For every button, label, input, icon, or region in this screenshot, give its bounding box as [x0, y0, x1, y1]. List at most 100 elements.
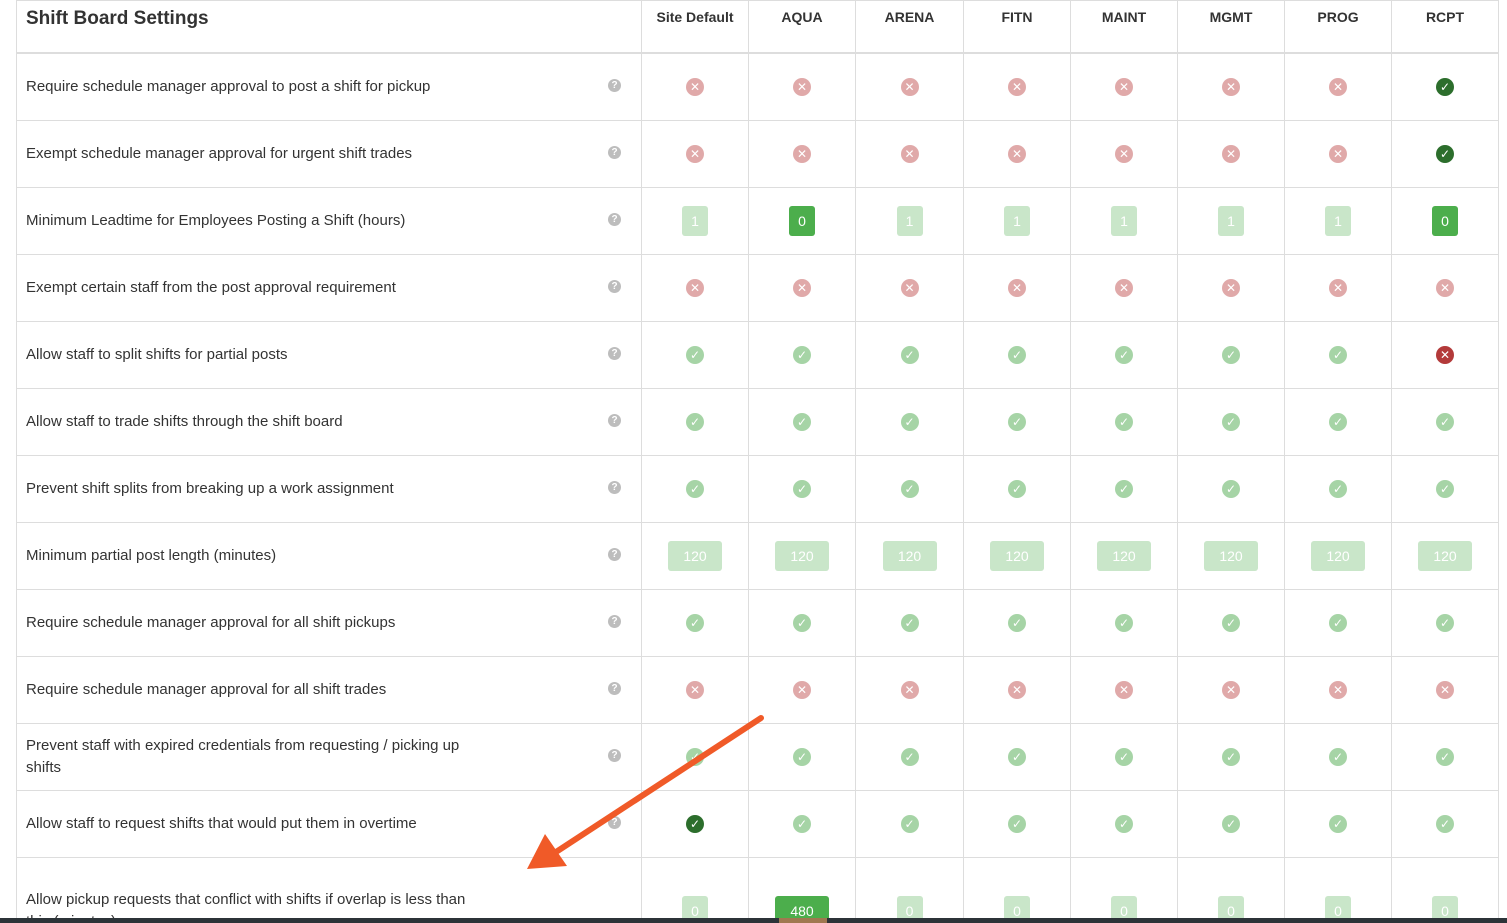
disabled-x-icon[interactable]: ✕: [1008, 144, 1026, 163]
value-badge[interactable]: 1: [1111, 206, 1137, 236]
disabled-check-icon[interactable]: ✓: [686, 479, 704, 498]
disabled-x-icon[interactable]: ✕: [1115, 278, 1133, 297]
disabled-x-icon[interactable]: ✕: [1008, 680, 1026, 699]
help-icon[interactable]: ?: [608, 79, 621, 92]
disabled-x-icon[interactable]: ✕: [900, 278, 919, 297]
help-icon[interactable]: ?: [608, 347, 621, 360]
disabled-check-icon[interactable]: ✓: [686, 412, 704, 431]
disabled-check-icon[interactable]: ✓: [900, 412, 919, 431]
disabled-x-icon[interactable]: ✕: [793, 680, 811, 699]
disabled-x-icon[interactable]: ✕: [1222, 680, 1240, 699]
help-icon[interactable]: ?: [608, 548, 621, 561]
disabled-check-icon[interactable]: ✓: [793, 613, 811, 632]
disabled-x-icon[interactable]: ✕: [1329, 278, 1347, 297]
value-badge[interactable]: 120: [990, 541, 1044, 571]
disabled-check-icon[interactable]: ✓: [686, 747, 704, 766]
help-icon[interactable]: ?: [608, 481, 621, 494]
enabled-x-icon[interactable]: ✕: [1436, 345, 1454, 364]
disabled-check-icon[interactable]: ✓: [900, 814, 919, 833]
disabled-check-icon[interactable]: ✓: [1329, 412, 1347, 431]
disabled-check-icon[interactable]: ✓: [1222, 345, 1240, 364]
disabled-check-icon[interactable]: ✓: [1115, 412, 1133, 431]
disabled-x-icon[interactable]: ✕: [1329, 144, 1347, 163]
disabled-check-icon[interactable]: ✓: [793, 747, 811, 766]
disabled-check-icon[interactable]: ✓: [1436, 814, 1454, 833]
value-badge[interactable]: 1: [896, 206, 923, 236]
disabled-x-icon[interactable]: ✕: [1222, 144, 1240, 163]
disabled-check-icon[interactable]: ✓: [793, 412, 811, 431]
value-badge-active[interactable]: 0: [789, 206, 815, 236]
enabled-check-icon[interactable]: ✓: [686, 814, 704, 833]
disabled-check-icon[interactable]: ✓: [900, 747, 919, 766]
disabled-check-icon[interactable]: ✓: [1436, 613, 1454, 632]
value-badge[interactable]: 120: [1311, 541, 1365, 571]
value-badge-active[interactable]: 0: [1432, 206, 1458, 236]
disabled-check-icon[interactable]: ✓: [793, 479, 811, 498]
disabled-x-icon[interactable]: ✕: [1115, 77, 1133, 96]
disabled-check-icon[interactable]: ✓: [1222, 747, 1240, 766]
disabled-check-icon[interactable]: ✓: [900, 479, 919, 498]
disabled-x-icon[interactable]: ✕: [686, 680, 704, 699]
disabled-x-icon[interactable]: ✕: [686, 77, 704, 96]
value-badge[interactable]: 120: [882, 541, 937, 571]
disabled-x-icon[interactable]: ✕: [1329, 680, 1347, 699]
disabled-check-icon[interactable]: ✓: [686, 613, 704, 632]
disabled-x-icon[interactable]: ✕: [1115, 144, 1133, 163]
disabled-check-icon[interactable]: ✓: [1115, 479, 1133, 498]
help-icon[interactable]: ?: [608, 816, 621, 829]
help-icon[interactable]: ?: [608, 615, 621, 628]
value-badge[interactable]: 1: [1218, 206, 1244, 236]
disabled-x-icon[interactable]: ✕: [793, 144, 811, 163]
disabled-check-icon[interactable]: ✓: [900, 345, 919, 364]
disabled-check-icon[interactable]: ✓: [1329, 479, 1347, 498]
disabled-check-icon[interactable]: ✓: [1008, 345, 1026, 364]
disabled-check-icon[interactable]: ✓: [1008, 479, 1026, 498]
disabled-check-icon[interactable]: ✓: [1115, 747, 1133, 766]
disabled-check-icon[interactable]: ✓: [1436, 412, 1454, 431]
disabled-check-icon[interactable]: ✓: [1008, 613, 1026, 632]
help-icon[interactable]: ?: [608, 682, 621, 695]
disabled-x-icon[interactable]: ✕: [1008, 77, 1026, 96]
disabled-check-icon[interactable]: ✓: [1115, 345, 1133, 364]
value-badge[interactable]: 120: [1418, 541, 1472, 571]
disabled-check-icon[interactable]: ✓: [1329, 747, 1347, 766]
help-icon[interactable]: ?: [608, 749, 621, 762]
disabled-check-icon[interactable]: ✓: [686, 345, 704, 364]
disabled-check-icon[interactable]: ✓: [1436, 747, 1454, 766]
disabled-check-icon[interactable]: ✓: [793, 345, 811, 364]
disabled-check-icon[interactable]: ✓: [1329, 345, 1347, 364]
enabled-check-icon[interactable]: ✓: [1436, 144, 1454, 163]
disabled-x-icon[interactable]: ✕: [793, 278, 811, 297]
disabled-check-icon[interactable]: ✓: [1115, 814, 1133, 833]
disabled-check-icon[interactable]: ✓: [1008, 747, 1026, 766]
disabled-x-icon[interactable]: ✕: [1008, 278, 1026, 297]
help-icon[interactable]: ?: [608, 146, 621, 159]
disabled-check-icon[interactable]: ✓: [793, 814, 811, 833]
disabled-check-icon[interactable]: ✓: [1222, 613, 1240, 632]
disabled-check-icon[interactable]: ✓: [1329, 613, 1347, 632]
value-badge[interactable]: 120: [1097, 541, 1151, 571]
help-icon[interactable]: ?: [608, 414, 621, 427]
disabled-x-icon[interactable]: ✕: [1222, 278, 1240, 297]
disabled-x-icon[interactable]: ✕: [686, 144, 704, 163]
disabled-x-icon[interactable]: ✕: [1329, 77, 1347, 96]
disabled-x-icon[interactable]: ✕: [686, 278, 704, 297]
help-icon[interactable]: ?: [608, 280, 621, 293]
value-badge[interactable]: 120: [775, 541, 829, 571]
disabled-check-icon[interactable]: ✓: [1436, 479, 1454, 498]
disabled-x-icon[interactable]: ✕: [900, 77, 919, 96]
disabled-x-icon[interactable]: ✕: [1436, 278, 1454, 297]
value-badge[interactable]: 1: [1325, 206, 1351, 236]
disabled-x-icon[interactable]: ✕: [1222, 77, 1240, 96]
help-icon[interactable]: ?: [608, 213, 621, 226]
disabled-check-icon[interactable]: ✓: [1115, 613, 1133, 632]
disabled-check-icon[interactable]: ✓: [1008, 814, 1026, 833]
disabled-x-icon[interactable]: ✕: [1115, 680, 1133, 699]
disabled-check-icon[interactable]: ✓: [1222, 479, 1240, 498]
disabled-x-icon[interactable]: ✕: [900, 144, 919, 163]
value-badge[interactable]: 1: [682, 206, 708, 236]
value-badge[interactable]: 120: [668, 541, 722, 571]
disabled-check-icon[interactable]: ✓: [900, 613, 919, 632]
value-badge[interactable]: 120: [1204, 541, 1258, 571]
disabled-check-icon[interactable]: ✓: [1222, 814, 1240, 833]
